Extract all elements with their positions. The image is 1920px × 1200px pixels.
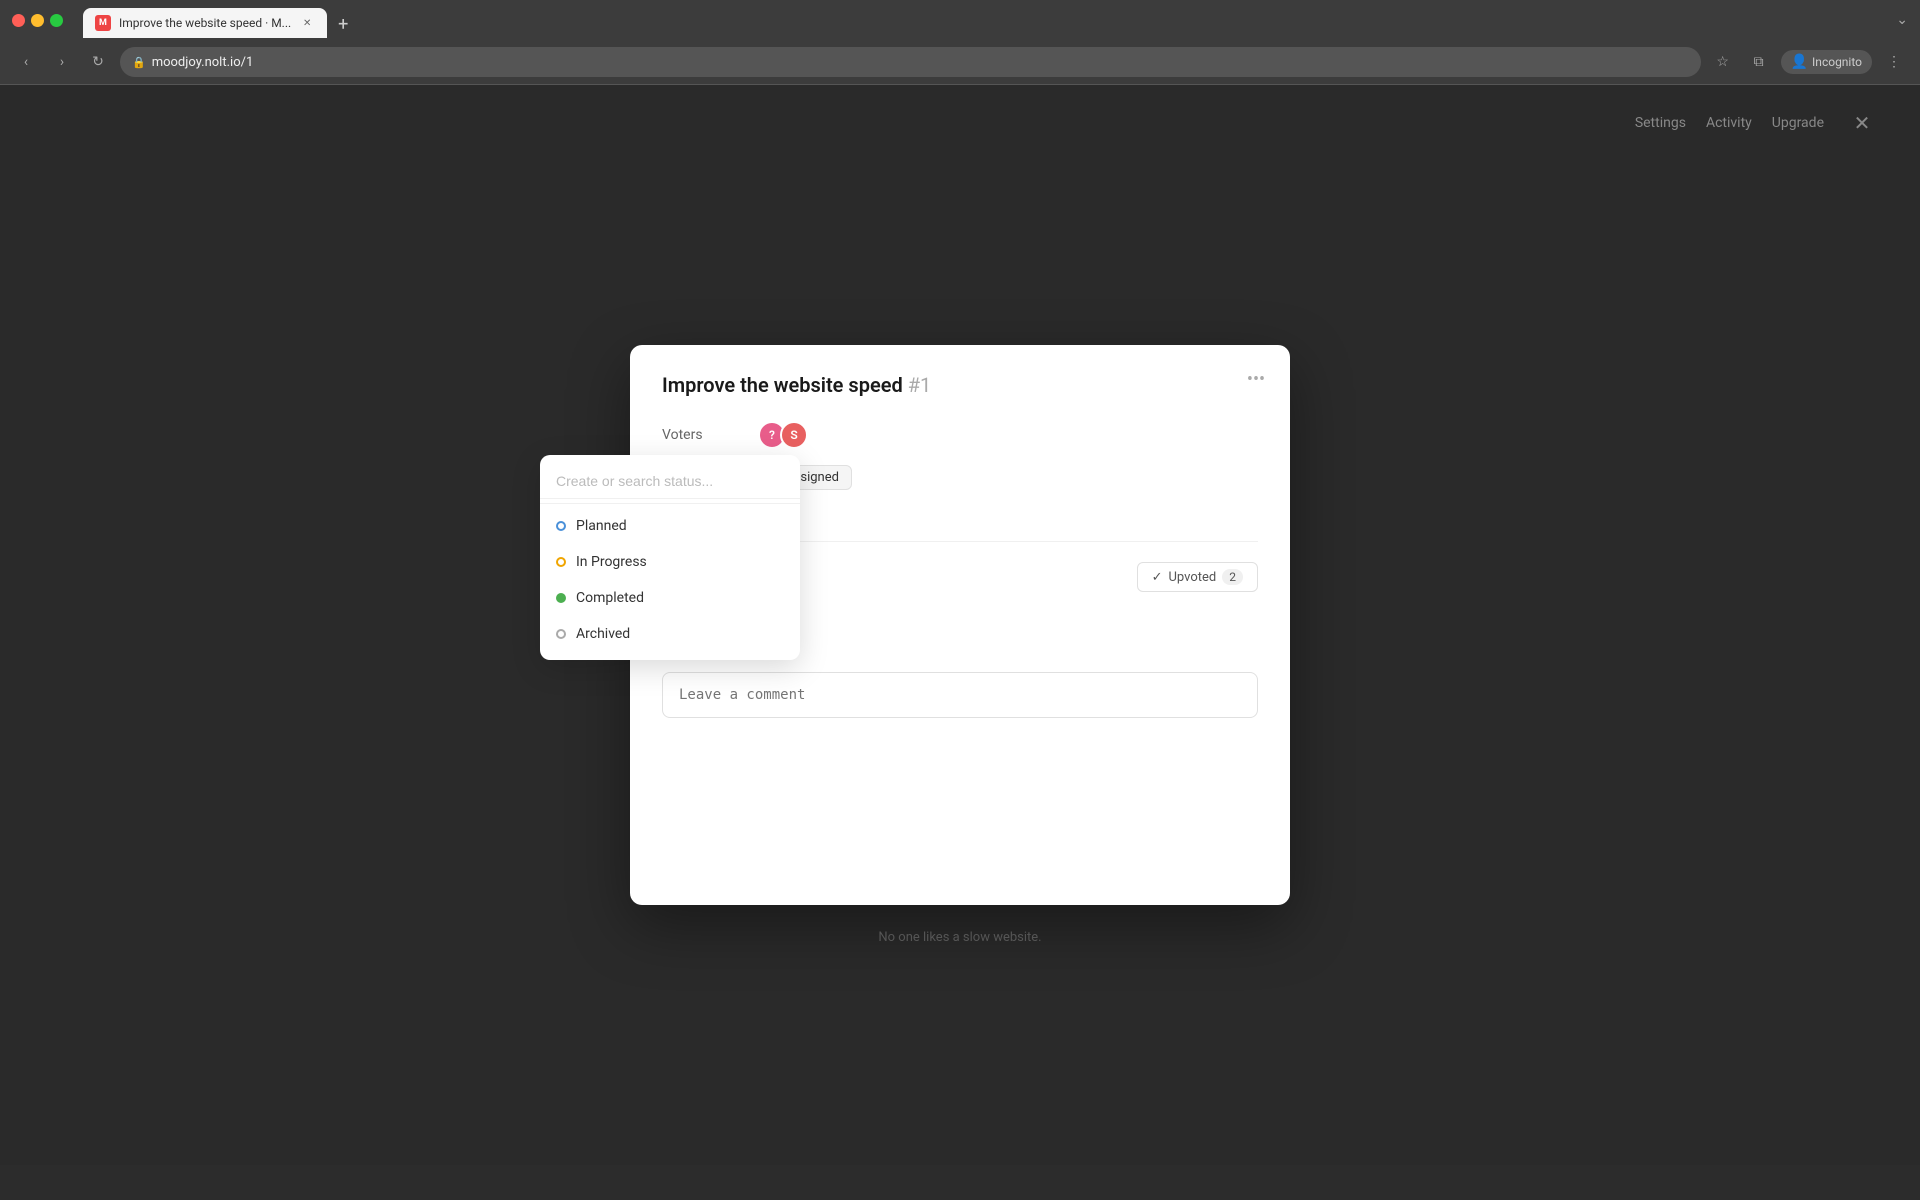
status-option-planned[interactable]: Planned — [540, 508, 800, 544]
planned-dot — [556, 521, 566, 531]
bookmark-button[interactable]: ☆ — [1709, 48, 1737, 76]
archived-label: Archived — [576, 626, 630, 642]
window-chevron: ⌄ — [1896, 12, 1908, 28]
close-traffic-light[interactable] — [12, 14, 25, 27]
upvoted-count: 2 — [1222, 569, 1243, 585]
more-button[interactable]: ⋮ — [1880, 48, 1908, 76]
upvoted-check-icon: ✓ — [1152, 570, 1163, 585]
browser-chrome: M Improve the website speed · M... ✕ + ⌄… — [0, 0, 1920, 85]
active-tab[interactable]: M Improve the website speed · M... ✕ — [83, 8, 327, 38]
incognito-button[interactable]: 👤 Incognito — [1781, 50, 1872, 74]
status-option-completed[interactable]: Completed — [540, 580, 800, 616]
voters-label: Voters — [662, 427, 742, 443]
voters-avatars: ? S — [758, 421, 802, 449]
background-hint-text: No one likes a slow website. — [878, 930, 1041, 945]
voters-row: Voters ? S — [662, 421, 1258, 449]
address-text: moodjoy.nolt.io/1 — [152, 55, 254, 70]
new-tab-button[interactable]: + — [329, 10, 357, 38]
in-progress-label: In Progress — [576, 554, 647, 570]
planned-label: Planned — [576, 518, 627, 534]
toolbar-right: ☆ ⧉ 👤 Incognito ⋮ — [1709, 48, 1908, 76]
address-bar-row: ‹ › ↻ 🔒 moodjoy.nolt.io/1 ☆ ⧉ 👤 Incognit… — [0, 40, 1920, 84]
status-search-input[interactable] — [556, 473, 784, 489]
tab-title: Improve the website speed · M... — [119, 16, 291, 30]
upvoted-button[interactable]: ✓ Upvoted 2 — [1137, 562, 1258, 592]
window-split-button[interactable]: ⧉ — [1745, 48, 1773, 76]
modal-title: Improve the website speed #1 — [662, 373, 1258, 397]
comment-input[interactable] — [662, 672, 1258, 718]
issue-number: #1 — [908, 373, 932, 397]
dropdown-divider — [540, 503, 800, 504]
traffic-lights — [12, 14, 63, 27]
status-option-archived[interactable]: Archived — [540, 616, 800, 652]
completed-label: Completed — [576, 590, 644, 606]
forward-button[interactable]: › — [48, 48, 76, 76]
back-button[interactable]: ‹ — [12, 48, 40, 76]
lock-icon: 🔒 — [132, 56, 146, 69]
completed-dot — [556, 593, 566, 603]
voter-avatar-2: S — [780, 421, 808, 449]
in-progress-dot — [556, 557, 566, 567]
address-bar[interactable]: 🔒 moodjoy.nolt.io/1 — [120, 47, 1701, 77]
refresh-button[interactable]: ↻ — [84, 48, 112, 76]
dropdown-search-row — [540, 463, 800, 499]
modal-overlay: ••• Improve the website speed #1 Voters … — [0, 85, 1920, 1165]
status-dropdown: Planned In Progress Completed Archived — [540, 455, 800, 660]
tab-bar: M Improve the website speed · M... ✕ + — [71, 2, 369, 38]
modal-menu-button[interactable]: ••• — [1242, 365, 1270, 393]
minimize-traffic-light[interactable] — [31, 14, 44, 27]
status-option-in-progress[interactable]: In Progress — [540, 544, 800, 580]
title-bar: M Improve the website speed · M... ✕ + ⌄ — [0, 0, 1920, 40]
tab-favicon: M — [95, 15, 111, 31]
archived-dot — [556, 629, 566, 639]
maximize-traffic-light[interactable] — [50, 14, 63, 27]
tab-close-button[interactable]: ✕ — [299, 15, 315, 31]
app-background: Settings Activity Upgrade ✕ ••• Improve … — [0, 85, 1920, 1165]
